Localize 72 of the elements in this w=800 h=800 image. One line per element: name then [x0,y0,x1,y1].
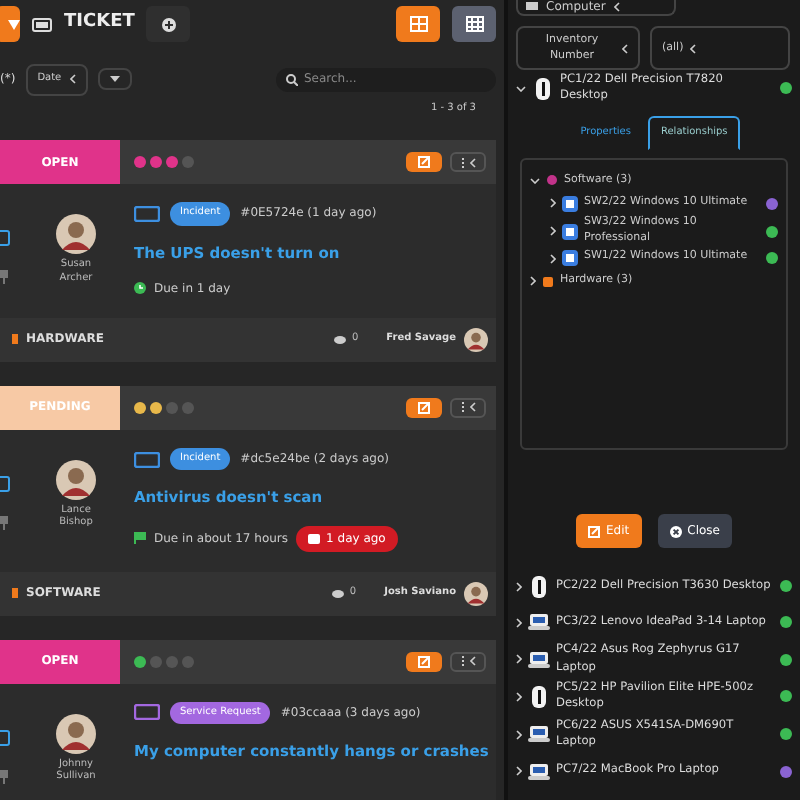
ticket-icon [134,205,160,222]
edit-button[interactable] [406,397,442,418]
checkbox-icon [0,475,10,492]
laptop-icon [528,761,550,782]
more-button[interactable] [450,397,486,418]
chevron-right-icon [516,729,522,740]
chevron-right-icon [516,691,522,702]
clock-icon [134,282,146,295]
grid-view-button[interactable] [396,6,440,42]
desktop-tower-icon [528,575,550,598]
laptop-icon [528,649,550,670]
chevron-right-icon [516,766,522,777]
avatar [56,713,96,753]
filter-icon [8,19,20,29]
chevron-right-icon [550,198,556,209]
ticket-icon [134,704,160,721]
chevron-left-icon [469,656,475,666]
edit-button[interactable] [406,651,442,671]
chevron-down-icon [516,85,526,92]
grid-icon [409,16,427,32]
category-icon [12,588,18,598]
more-button[interactable] [450,152,486,172]
plus-circle-icon [161,17,176,31]
eye-icon [331,589,344,597]
chevron-left-icon [469,157,475,167]
chevron-right-icon [530,276,536,287]
chevron-down-icon [530,177,540,184]
chevron-left-icon [69,74,76,85]
flag-icon [134,532,146,544]
table-icon [465,16,483,32]
avatar [56,214,96,254]
chevron-right-icon [516,654,522,665]
chip-icon [542,275,554,288]
search-icon [286,73,298,86]
chevron-left-icon [469,402,475,413]
pin-icon [0,515,10,530]
checkbox-icon [0,729,10,745]
chevron-right-icon [516,617,522,628]
laptop-icon [528,612,550,633]
edit-icon [418,655,430,667]
add-button[interactable] [146,6,191,42]
chevron-right-icon [550,253,556,264]
ticket-icon [32,17,52,31]
pin-icon [0,270,10,284]
edit-button[interactable] [406,152,442,172]
avatar [464,327,488,352]
filter-button[interactable] [0,6,20,42]
laptop-icon [528,724,550,745]
chevron-left-icon [689,43,696,53]
desktop-tower-icon [532,77,554,100]
checkbox-icon [0,230,10,246]
more-button[interactable] [450,651,486,671]
chevron-left-icon [613,2,620,12]
close-circle-icon [669,525,682,538]
eye-icon [333,335,346,344]
monitor-icon [526,2,538,12]
sort-direction-button[interactable] [97,68,132,91]
chevron-left-icon [622,43,628,53]
page-title: TICKET [64,10,135,37]
desktop-tower-icon [528,685,550,708]
ticket-icon [134,451,160,467]
category-icon [12,334,18,345]
edit-icon [588,525,600,538]
edit-icon [418,156,430,168]
caret-icon [109,76,120,83]
pin-icon [0,769,10,783]
chevron-right-icon [516,581,522,592]
chevron-right-icon [550,226,556,236]
avatar [56,459,96,500]
table-view-button[interactable] [452,6,496,42]
avatar [464,581,488,605]
edit-icon [418,401,430,414]
